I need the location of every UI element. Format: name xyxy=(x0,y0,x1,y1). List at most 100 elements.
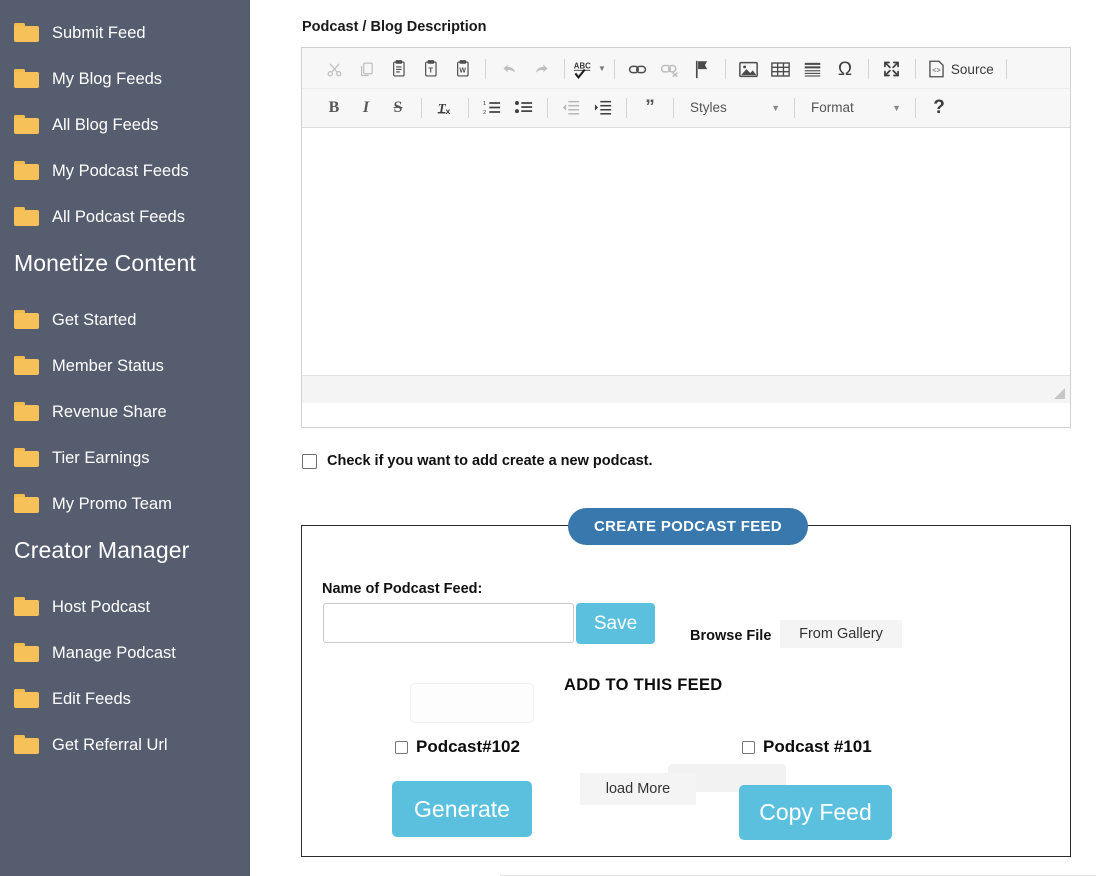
sidebar-item-my-promo-team[interactable]: My Promo Team xyxy=(0,481,250,527)
sidebar-item-label: Host Podcast xyxy=(52,597,151,616)
sidebar-item-all-blog-feeds[interactable]: All Blog Feeds xyxy=(0,102,250,148)
create-podcast-feed-button[interactable]: CREATE PODCAST FEED xyxy=(568,508,808,545)
cut-icon[interactable] xyxy=(319,55,349,83)
help-button[interactable]: ? xyxy=(924,94,954,122)
source-label: Source xyxy=(950,61,994,77)
page-title: Podcast / Blog Description xyxy=(302,19,487,35)
from-gallery-button[interactable]: From Gallery xyxy=(780,620,902,648)
sidebar-item-label: Get Started xyxy=(52,310,137,329)
sidebar-item-tier-earnings[interactable]: Tier Earnings xyxy=(0,435,250,481)
sidebar-item-revenue-share[interactable]: Revenue Share xyxy=(0,389,250,435)
sidebar-item-manage-podcast[interactable]: Manage Podcast xyxy=(0,630,250,676)
load-more-button[interactable]: load More xyxy=(580,773,696,805)
podcast-checkbox-102[interactable] xyxy=(395,740,408,754)
spell-check-icon[interactable]: ABC ▼ xyxy=(573,55,606,83)
copy-icon[interactable] xyxy=(351,55,381,83)
sidebar-item-member-status[interactable]: Member Status xyxy=(0,343,250,389)
special-character-icon[interactable]: Ω xyxy=(830,55,860,83)
maximize-icon[interactable] xyxy=(877,55,907,83)
new-podcast-checkbox[interactable] xyxy=(302,453,317,469)
redo-icon[interactable] xyxy=(526,55,556,83)
sidebar-item-get-started[interactable]: Get Started xyxy=(0,297,250,343)
remove-format-icon[interactable]: Tx xyxy=(430,94,460,122)
editor-toolbar: T W ABC ▼ Ω <> Source B I S T x 1 2 ” St… xyxy=(302,48,1070,128)
chevron-down-icon: ▼ xyxy=(892,102,901,113)
sidebar-item-label: My Podcast Feeds xyxy=(52,161,189,180)
podcast-checkbox-101[interactable] xyxy=(742,740,755,754)
paste-as-plain-text-icon[interactable]: T xyxy=(415,55,445,83)
sidebar-item-edit-feeds[interactable]: Edit Feeds xyxy=(0,676,250,722)
image-icon[interactable] xyxy=(734,55,764,83)
podcast-option-row: Podcast #101 xyxy=(742,737,872,757)
folder-icon xyxy=(14,643,40,663)
editor-content-area[interactable] xyxy=(302,128,1070,375)
unlink-icon[interactable] xyxy=(655,55,685,83)
sidebar-item-label: All Blog Feeds xyxy=(52,115,159,134)
italic-icon[interactable]: I xyxy=(351,94,381,122)
upload-preview-box[interactable] xyxy=(410,683,534,723)
sidebar-item-my-blog-feeds[interactable]: My Blog Feeds xyxy=(0,56,250,102)
paste-from-word-icon[interactable]: W xyxy=(447,55,477,83)
svg-text:1: 1 xyxy=(483,101,486,107)
sidebar-item-all-podcast-feeds[interactable]: All Podcast Feeds xyxy=(0,194,250,240)
anchor-flag-icon[interactable] xyxy=(687,55,717,83)
create-podcast-feed-panel: CREATE PODCAST FEED Name of Podcast Feed… xyxy=(301,508,1071,857)
increase-indent-icon[interactable] xyxy=(588,94,618,122)
save-button[interactable]: Save xyxy=(576,603,655,644)
strikethrough-icon[interactable]: S xyxy=(383,94,413,122)
folder-icon xyxy=(14,310,40,330)
folder-icon xyxy=(14,115,40,135)
new-podcast-checkbox-row: Check if you want to add create a new po… xyxy=(302,453,653,469)
main-content: Podcast / Blog Description T W ABC ▼ Ω <… xyxy=(250,0,1096,876)
sidebar-item-get-referral-url[interactable]: Get Referral Url xyxy=(0,722,250,768)
svg-text:<>: <> xyxy=(932,65,941,74)
editor-toolbar-row-2: B I S Tx 12 ” Styles ▼ Format ▼ ? xyxy=(302,88,1070,126)
feed-name-input[interactable] xyxy=(323,603,574,643)
toolbar-separator xyxy=(626,97,627,118)
feed-name-label: Name of Podcast Feed: xyxy=(322,581,483,597)
numbered-list-icon[interactable]: 12 xyxy=(477,94,507,122)
undo-icon[interactable] xyxy=(494,55,524,83)
blockquote-icon[interactable]: ” xyxy=(635,94,665,122)
link-icon[interactable] xyxy=(623,55,653,83)
sidebar-item-label: Edit Feeds xyxy=(52,689,131,708)
rich-text-editor: T W ABC ▼ Ω <> Source B I S T x 1 2 ” St… xyxy=(301,47,1071,428)
folder-icon xyxy=(14,402,40,422)
folder-icon xyxy=(14,448,40,468)
new-podcast-checkbox-label: Check if you want to add create a new po… xyxy=(327,453,653,469)
styles-dropdown-label: Styles xyxy=(690,100,727,115)
copy-feed-button[interactable]: Copy Feed xyxy=(739,785,892,840)
styles-dropdown[interactable]: Styles ▼ xyxy=(681,95,787,121)
svg-text:x: x xyxy=(445,106,450,116)
resize-handle-icon[interactable] xyxy=(1054,388,1065,399)
sidebar-item-label: Member Status xyxy=(52,356,164,375)
horizontal-rule-icon[interactable] xyxy=(798,55,828,83)
format-dropdown[interactable]: Format ▼ xyxy=(802,95,908,121)
sidebar-section-creator-manager: Creator Manager xyxy=(14,537,190,563)
sidebar-section-monetize-content: Monetize Content xyxy=(14,250,196,276)
toolbar-separator xyxy=(673,97,674,118)
sidebar-item-label: My Promo Team xyxy=(52,494,172,513)
folder-icon xyxy=(14,494,40,514)
sidebar-item-my-podcast-feeds[interactable]: My Podcast Feeds xyxy=(0,148,250,194)
sidebar-item-host-podcast[interactable]: Host Podcast xyxy=(0,584,250,630)
sidebar-item-label: Tier Earnings xyxy=(52,448,150,467)
bold-icon[interactable]: B xyxy=(319,94,349,122)
decrease-indent-icon[interactable] xyxy=(556,94,586,122)
svg-text:W: W xyxy=(459,67,466,74)
folder-icon xyxy=(14,735,40,755)
toolbar-separator xyxy=(724,59,726,79)
folder-icon xyxy=(14,69,40,89)
generate-button[interactable]: Generate xyxy=(392,781,532,837)
paste-icon[interactable] xyxy=(383,55,413,83)
source-button[interactable]: <> Source xyxy=(924,55,998,83)
sidebar-item-submit-feed[interactable]: Submit Feed xyxy=(0,10,250,56)
toolbar-separator xyxy=(867,59,869,79)
table-icon[interactable] xyxy=(766,55,796,83)
bulleted-list-icon[interactable] xyxy=(509,94,539,122)
podcast-label: Podcast #101 xyxy=(763,737,872,756)
chevron-down-icon: ▼ xyxy=(771,102,780,113)
toolbar-separator xyxy=(613,59,615,79)
